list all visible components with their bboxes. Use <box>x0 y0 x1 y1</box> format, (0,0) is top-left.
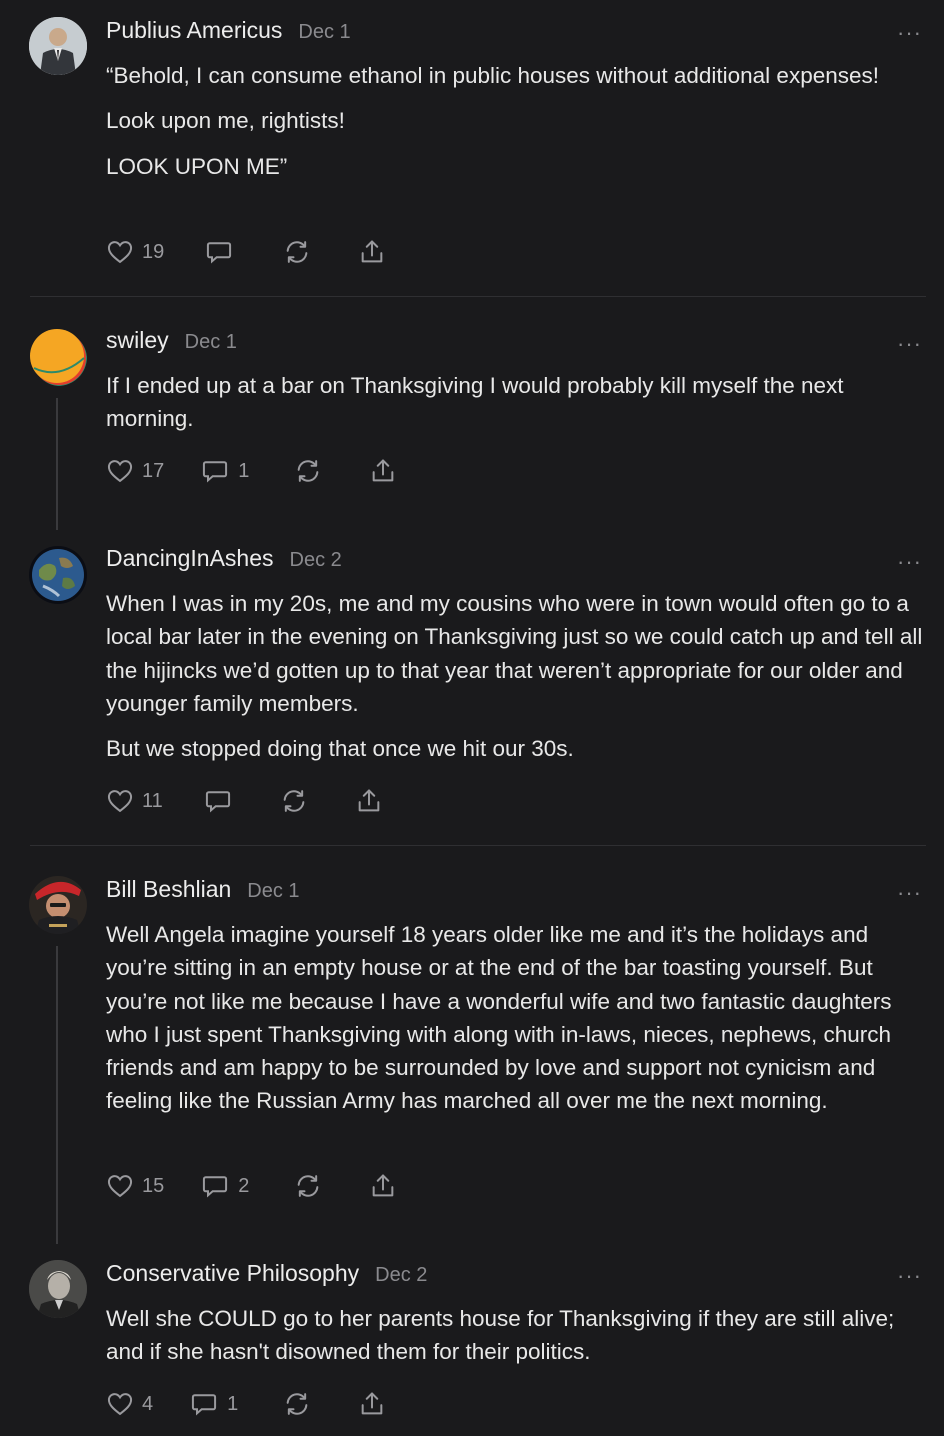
restack-icon <box>286 1393 308 1415</box>
reply-count: 2 <box>238 1174 250 1197</box>
heart-icon <box>107 460 133 483</box>
comment-paragraph: “Behold, I can consume ethanol in public… <box>106 63 879 88</box>
avatar[interactable] <box>29 1260 87 1318</box>
share-button[interactable] <box>369 457 397 485</box>
heart-icon <box>107 1175 133 1198</box>
comment-paragraph: If I ended up at a bar on Thanksgiving I… <box>106 373 844 432</box>
like-button[interactable]: 4 <box>106 1390 153 1418</box>
like-button[interactable]: 15 <box>106 1172 164 1200</box>
comment-paragraph: Well Angela imagine yourself 18 years ol… <box>106 922 892 1114</box>
reply-button[interactable] <box>203 787 241 815</box>
comment-paragraph: But we stopped doing that once we hit ou… <box>106 736 574 762</box>
reply-button[interactable]: 1 <box>189 1390 238 1418</box>
heart-icon <box>107 241 133 264</box>
heart-icon <box>107 790 133 813</box>
comment-body: Well she COULD go to her parents house f… <box>106 1302 926 1369</box>
comment-paragraph: LOOK UPON ME” <box>106 153 288 179</box>
share-icon <box>373 459 394 482</box>
divider <box>30 845 926 846</box>
restack-button[interactable] <box>279 787 309 815</box>
divider <box>30 296 926 297</box>
reply-button[interactable] <box>204 238 242 266</box>
more-options-button[interactable]: ··· <box>897 1263 922 1289</box>
more-options-button[interactable]: ··· <box>897 880 922 906</box>
restack-button[interactable] <box>282 238 312 266</box>
restack-button[interactable] <box>282 1390 312 1418</box>
comment-date[interactable]: Dec 1 <box>247 880 299 903</box>
author-name[interactable]: Publius Americus <box>106 17 282 44</box>
restack-icon <box>286 241 308 263</box>
comment-body: “Behold, I can consume ethanol in public… <box>106 59 926 183</box>
share-button[interactable] <box>355 787 383 815</box>
comment-date[interactable]: Dec 2 <box>290 549 342 572</box>
share-button[interactable] <box>369 1172 397 1200</box>
like-button[interactable]: 17 <box>106 457 164 485</box>
avatar[interactable] <box>29 546 87 604</box>
author-name[interactable]: Bill Beshlian <box>106 876 231 903</box>
comment-date[interactable]: Dec 2 <box>375 1264 427 1287</box>
author-name[interactable]: Conservative Philosophy <box>106 1260 359 1287</box>
comment-icon <box>192 1394 217 1416</box>
reply-count: 1 <box>238 459 250 482</box>
reply-button[interactable]: 1 <box>200 457 249 485</box>
like-count: 11 <box>142 789 163 812</box>
comment-body: If I ended up at a bar on Thanksgiving I… <box>106 369 926 436</box>
avatar[interactable] <box>29 328 87 386</box>
like-count: 15 <box>142 1174 165 1197</box>
avatar[interactable] <box>29 17 87 75</box>
restack-button[interactable] <box>293 457 323 485</box>
share-button[interactable] <box>358 1390 386 1418</box>
more-options-button[interactable]: ··· <box>897 331 922 357</box>
comment-paragraph: Look upon me, rightists! <box>106 108 345 134</box>
share-icon <box>361 1392 383 1415</box>
author-name[interactable]: swiley <box>106 327 169 354</box>
comment-icon <box>205 791 230 813</box>
more-options-button[interactable]: ··· <box>897 20 922 46</box>
comment-icon <box>207 242 232 264</box>
restack-icon <box>298 1175 319 1197</box>
comment-date[interactable]: Dec 1 <box>185 331 237 354</box>
heart-icon <box>107 1393 133 1416</box>
like-count: 4 <box>142 1392 154 1415</box>
like-button[interactable]: 19 <box>106 238 164 266</box>
comment-body: When I was in my 20s, me and my cousins … <box>106 587 926 765</box>
reply-count: 1 <box>227 1392 239 1415</box>
thread-line <box>56 946 58 1244</box>
like-count: 17 <box>142 459 165 482</box>
share-icon <box>373 1174 394 1197</box>
restack-button[interactable] <box>293 1172 323 1200</box>
share-icon <box>358 789 380 812</box>
comment-date[interactable]: Dec 1 <box>298 21 350 44</box>
restack-icon <box>298 460 319 482</box>
comment-paragraph: Well she COULD go to her parents house f… <box>106 1306 895 1365</box>
reply-button[interactable]: 2 <box>200 1172 249 1200</box>
comment-body: Well Angela imagine yourself 18 years ol… <box>106 918 926 1118</box>
comment-paragraph: When I was in my 20s, me and my cousins … <box>106 591 923 716</box>
like-button[interactable]: 11 <box>106 787 163 815</box>
avatar[interactable] <box>29 876 87 934</box>
comment-icon <box>203 461 228 483</box>
share-icon <box>361 240 383 263</box>
more-options-button[interactable]: ··· <box>897 549 922 575</box>
comment-icon <box>203 1176 228 1198</box>
like-count: 19 <box>142 240 165 263</box>
thread-line <box>56 398 58 530</box>
share-button[interactable] <box>358 238 386 266</box>
author-name[interactable]: DancingInAshes <box>106 545 274 572</box>
restack-icon <box>283 790 305 812</box>
